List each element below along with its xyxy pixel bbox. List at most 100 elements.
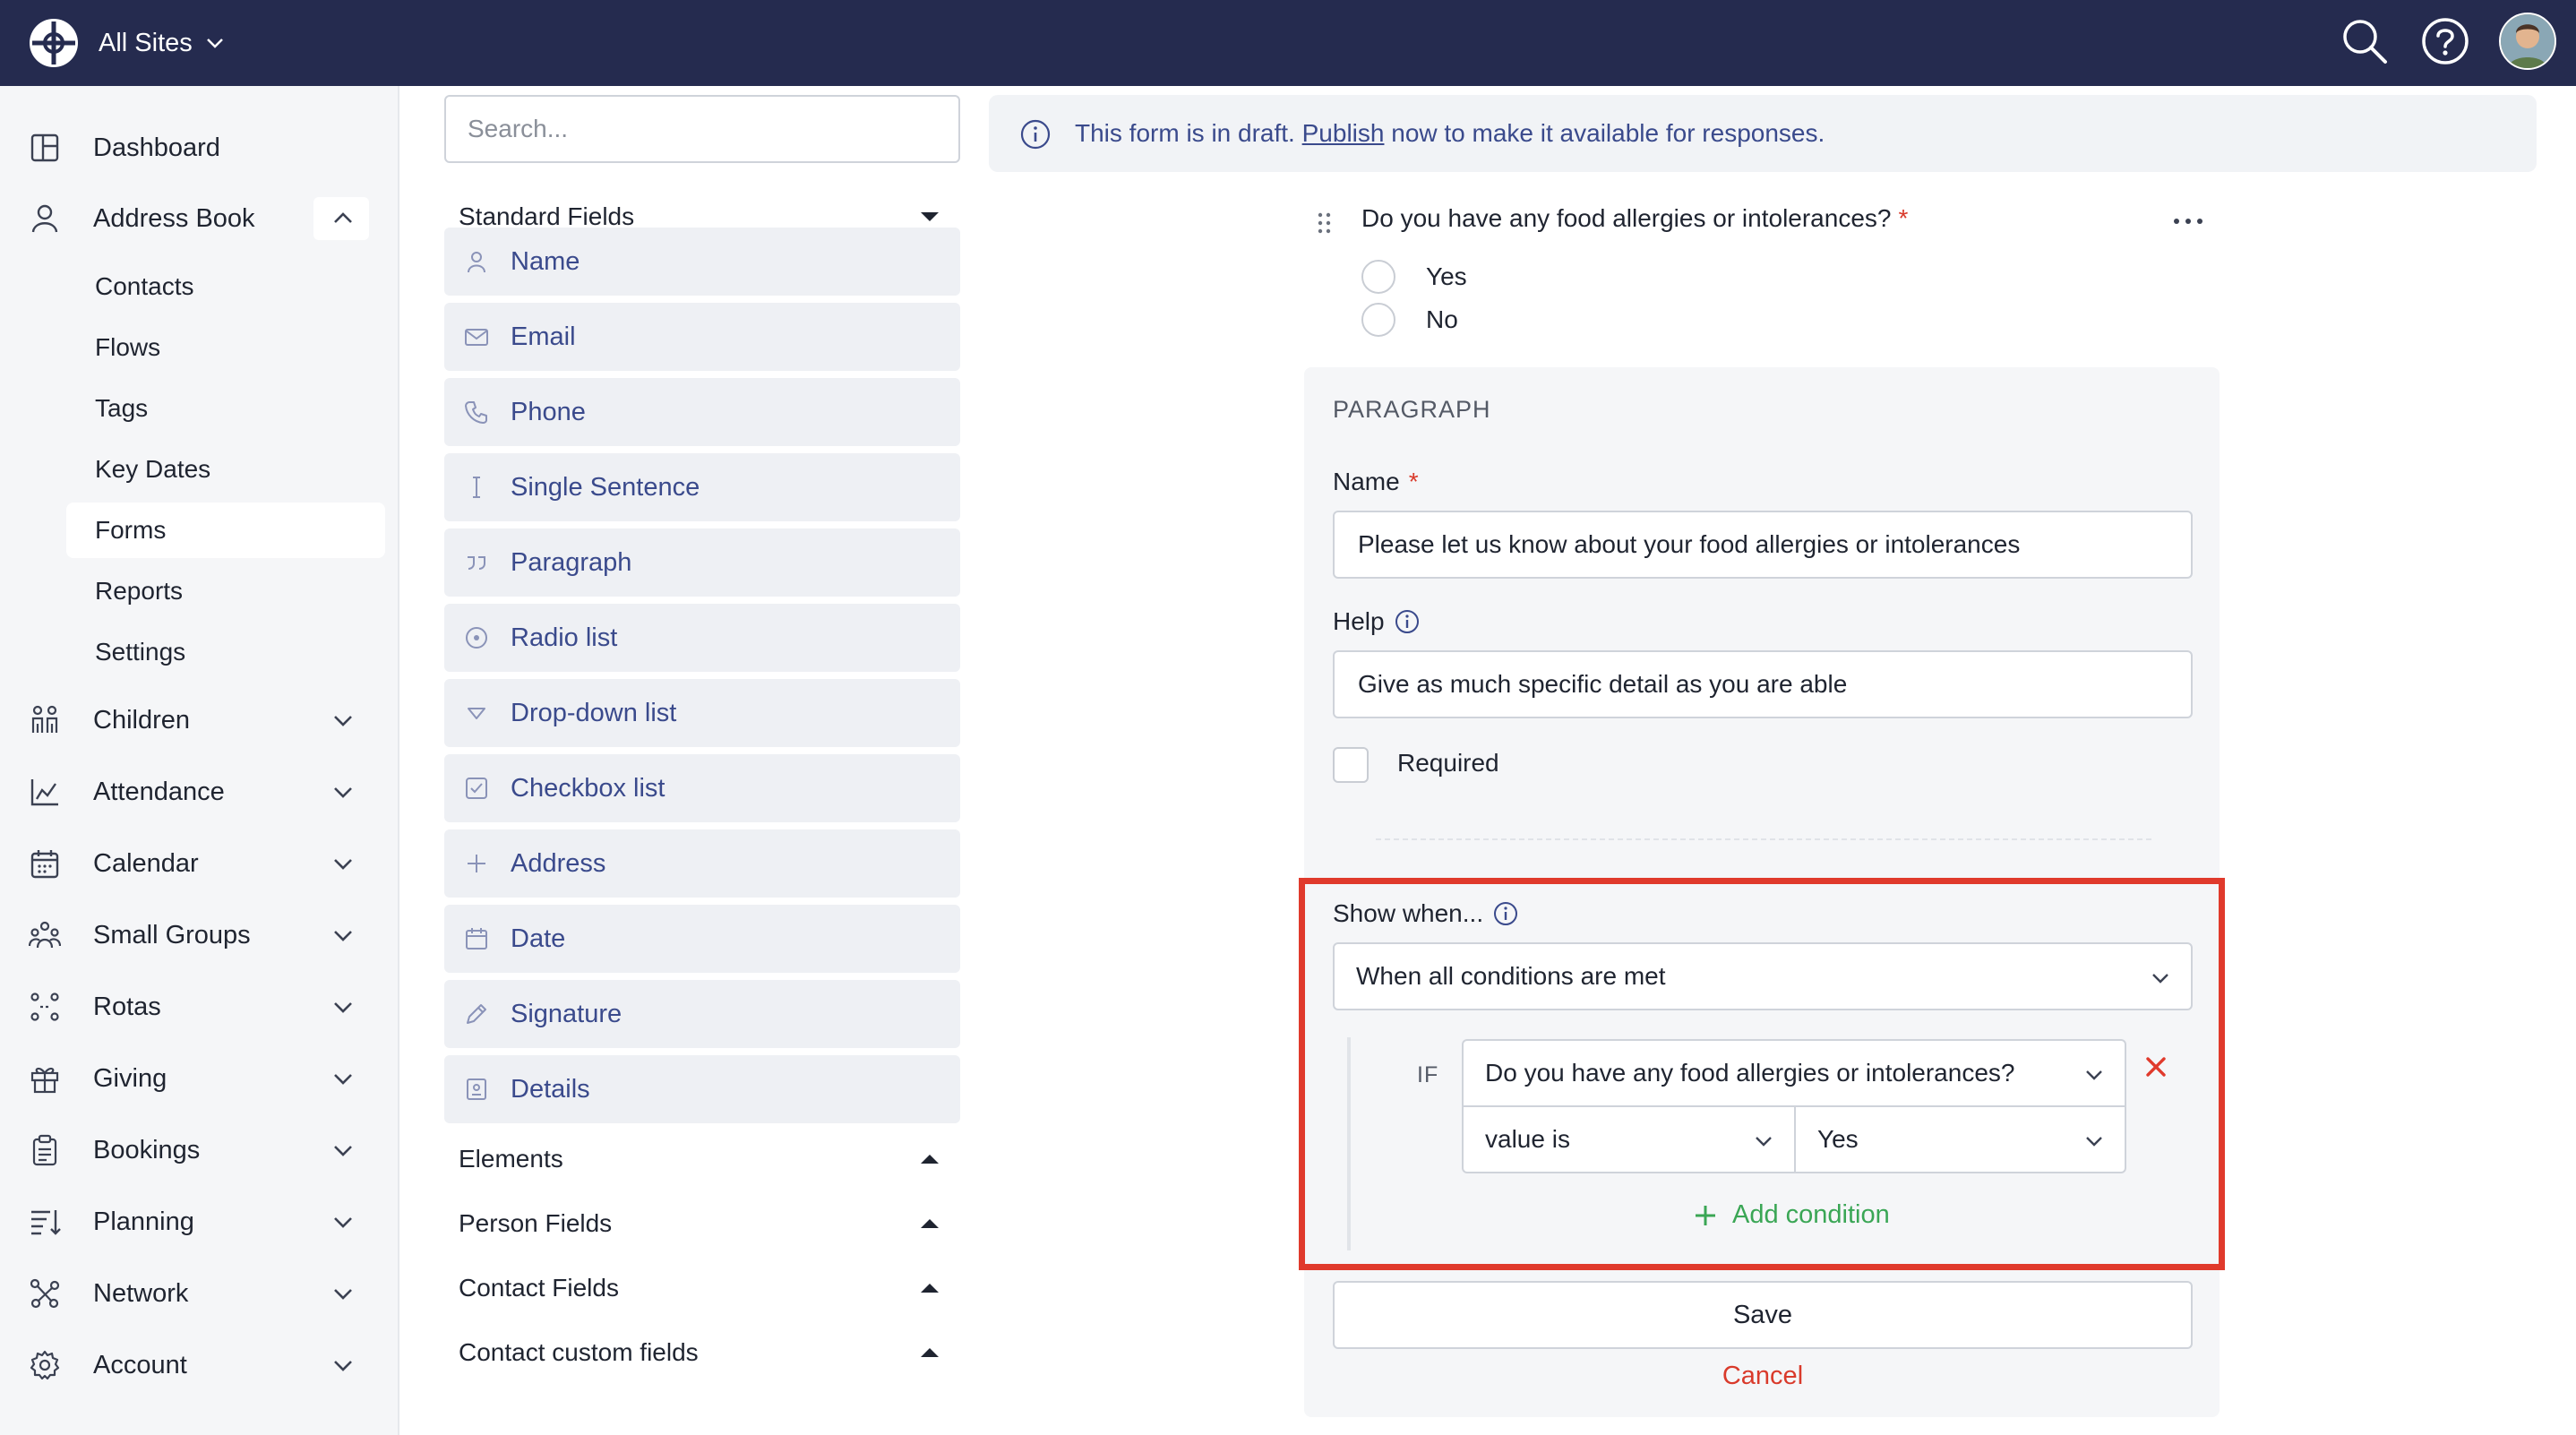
field-paragraph[interactable]: Paragraph xyxy=(444,528,960,597)
chevron-down-icon xyxy=(2083,1064,2105,1086)
info-icon xyxy=(1019,118,1052,150)
calendar-icon xyxy=(464,926,489,951)
radio-icon xyxy=(464,625,489,650)
chevron-down-icon xyxy=(328,920,358,950)
caret-up-icon xyxy=(919,1150,940,1168)
group-person-fields[interactable]: Person Fields xyxy=(444,1199,960,1249)
caret-up-icon xyxy=(919,1215,940,1233)
section-title: PARAGRAPH xyxy=(1333,396,1491,423)
attendance-chart-icon xyxy=(29,776,61,808)
condition-question-value: Do you have any food allergies or intole… xyxy=(1485,1059,2015,1087)
site-switcher[interactable]: All Sites xyxy=(99,21,225,64)
required-checkbox[interactable] xyxy=(1333,747,1369,783)
info-icon[interactable] xyxy=(1394,608,1421,635)
field-name[interactable]: Name xyxy=(444,228,960,296)
sidebar-subitem-forms[interactable]: Forms xyxy=(66,503,385,558)
chevron-down-icon xyxy=(328,992,358,1022)
more-options-icon[interactable] xyxy=(2166,208,2211,235)
condition-operator-select[interactable]: value is xyxy=(1462,1105,1796,1173)
chevron-up-icon xyxy=(328,203,358,234)
field-address[interactable]: Address xyxy=(444,829,960,898)
sidebar-item-label: Small Groups xyxy=(93,920,251,950)
field-date[interactable]: Date xyxy=(444,905,960,973)
sidebar-subitem-reports[interactable]: Reports xyxy=(66,563,385,619)
add-condition-button[interactable]: Add condition xyxy=(1693,1200,1890,1230)
sidebar-item-account[interactable]: Account xyxy=(0,1334,399,1396)
draft-banner-text: This form is in draft. Publish now to ma… xyxy=(1075,119,1825,148)
sidebar-item-address-book[interactable]: Address Book xyxy=(0,187,399,250)
condition-mode-select[interactable]: When all conditions are met xyxy=(1333,942,2193,1010)
dashboard-icon xyxy=(29,132,61,164)
publish-link[interactable]: Publish xyxy=(1302,119,1385,147)
name-input[interactable]: Please let us know about your food aller… xyxy=(1333,511,2193,579)
sidebar-item-dashboard[interactable]: Dashboard xyxy=(0,116,399,179)
field-details[interactable]: Details xyxy=(444,1055,960,1123)
radio-option-yes[interactable]: Yes xyxy=(1361,260,1467,294)
radio-button[interactable] xyxy=(1361,303,1395,337)
group-contact-custom-fields[interactable]: Contact custom fields xyxy=(444,1328,960,1378)
group-elements[interactable]: Elements xyxy=(444,1134,960,1184)
field-label: Signature xyxy=(511,999,623,1028)
sidebar-item-bookings[interactable]: Bookings xyxy=(0,1119,399,1182)
field-editor-panel: PARAGRAPH Name * Please let us know about… xyxy=(1304,367,2220,1417)
sidebar-item-rotas[interactable]: Rotas xyxy=(0,975,399,1038)
children-icon xyxy=(29,704,61,736)
radio-button[interactable] xyxy=(1361,260,1395,294)
save-button[interactable]: Save xyxy=(1333,1281,2193,1349)
help-label-text: Help xyxy=(1333,607,1385,635)
cancel-button[interactable]: Cancel xyxy=(1333,1362,2193,1391)
field-phone[interactable]: Phone xyxy=(444,378,960,446)
dropdown-triangle-icon xyxy=(464,700,489,726)
field-email[interactable]: Email xyxy=(444,303,960,371)
required-star: * xyxy=(1408,468,1419,495)
sidebar-subitem-key-dates[interactable]: Key Dates xyxy=(66,442,385,497)
close-icon[interactable] xyxy=(2142,1053,2169,1080)
sidebar-item-label: Network xyxy=(93,1278,189,1308)
field-checkbox-list[interactable]: Checkbox list xyxy=(444,754,960,822)
avatar[interactable] xyxy=(2499,13,2556,70)
clipboard-icon xyxy=(29,1134,61,1166)
help-input[interactable]: Give as much specific detail as you are … xyxy=(1333,650,2193,718)
group-contact-fields[interactable]: Contact Fields xyxy=(444,1263,960,1313)
chevron-down-icon xyxy=(328,1063,358,1094)
sidebar-item-calendar[interactable]: Calendar xyxy=(0,832,399,895)
sidebar-item-planning[interactable]: Planning xyxy=(0,1190,399,1253)
field-drop-down-list[interactable]: Drop-down list xyxy=(444,679,960,747)
sidebar-subitem-flows[interactable]: Flows xyxy=(66,320,385,375)
field-label: Checkbox list xyxy=(511,773,665,803)
sidebar-item-network[interactable]: Network xyxy=(0,1262,399,1325)
name-label: Name * xyxy=(1333,468,1419,496)
condition-value-select[interactable]: Yes xyxy=(1794,1105,2126,1173)
radio-option-no[interactable]: No xyxy=(1361,303,1458,337)
sidebar-subitem-settings[interactable]: Settings xyxy=(66,624,385,680)
draft-banner: This form is in draft. Publish now to ma… xyxy=(989,95,2537,172)
sidebar: Dashboard Address Book Contacts Flows Ta… xyxy=(0,86,399,1435)
field-radio-list[interactable]: Radio list xyxy=(444,604,960,672)
drag-handle-icon[interactable] xyxy=(1317,211,1333,235)
radio-label: No xyxy=(1426,305,1458,333)
field-signature[interactable]: Signature xyxy=(444,980,960,1048)
sidebar-item-label: Calendar xyxy=(93,848,199,878)
sidebar-item-label: Attendance xyxy=(93,777,225,806)
sidebar-item-attendance[interactable]: Attendance xyxy=(0,760,399,823)
show-when-label: Show when... xyxy=(1333,899,1519,928)
sidebar-subitem-tags[interactable]: Tags xyxy=(66,381,385,436)
help-icon[interactable] xyxy=(2418,14,2472,68)
field-search-input[interactable] xyxy=(444,95,960,163)
field-label: Address xyxy=(511,848,606,878)
condition-operator-value: value is xyxy=(1485,1125,1570,1153)
text-cursor-icon xyxy=(464,475,489,500)
sidebar-item-giving[interactable]: Giving xyxy=(0,1047,399,1110)
info-icon[interactable] xyxy=(1492,900,1519,927)
gear-icon xyxy=(29,1349,61,1381)
field-single-sentence[interactable]: Single Sentence xyxy=(444,453,960,521)
sidebar-item-children[interactable]: Children xyxy=(0,689,399,752)
logo-icon[interactable] xyxy=(27,16,81,70)
group-label: Contact Fields xyxy=(459,1274,619,1302)
field-label: Date xyxy=(511,924,566,953)
chevron-down-icon xyxy=(328,848,358,879)
search-icon[interactable] xyxy=(2338,14,2391,68)
sidebar-item-small-groups[interactable]: Small Groups xyxy=(0,904,399,967)
sidebar-subitem-contacts[interactable]: Contacts xyxy=(66,259,385,314)
condition-question-select[interactable]: Do you have any food allergies or intole… xyxy=(1462,1039,2126,1107)
